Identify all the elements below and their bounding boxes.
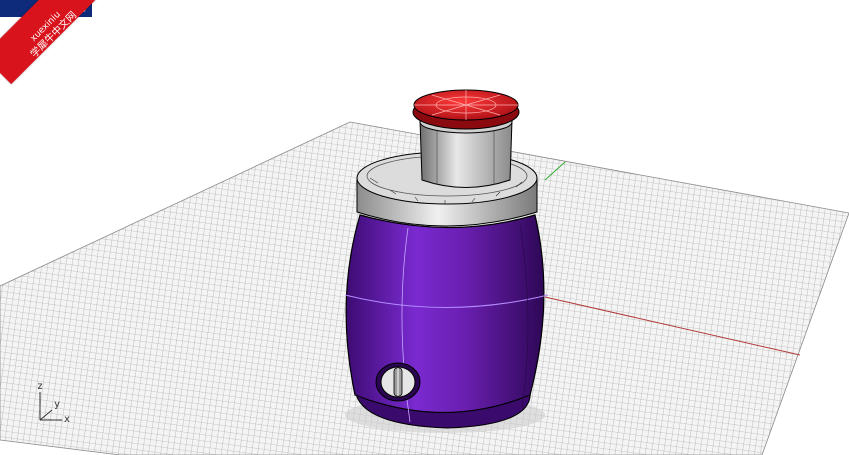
axis-label-y: y: [54, 399, 61, 410]
axis-label-z: z: [37, 381, 44, 392]
viewport-canvas[interactable]: [0, 0, 849, 455]
perspective-viewport[interactable]: z y x ...ive xuexiniu 学犀牛中文网: [0, 0, 849, 455]
axis-label-x: x: [64, 414, 71, 425]
dial-knob[interactable]: [375, 362, 421, 402]
